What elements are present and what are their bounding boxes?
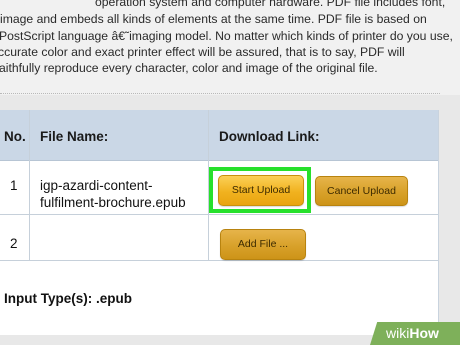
table-header-row: No. File Name: Download Link:	[0, 110, 438, 161]
row-divider	[0, 260, 438, 261]
wikihow-how-text: How	[409, 325, 439, 341]
file-name-line: fulfilment-brochure.epub	[40, 195, 186, 210]
description-line: operation system and computer hardware. …	[95, 0, 446, 9]
description-line: aithfully reproduce every character, col…	[0, 61, 378, 75]
description-line: PostScript language â€˜imaging model. No…	[0, 29, 453, 43]
upload-table: No. File Name: Download Link: 1 igp-azar…	[0, 110, 439, 335]
column-divider	[29, 110, 30, 260]
description-line: image and embeds all kinds of elements a…	[0, 12, 427, 26]
row-divider	[0, 214, 438, 215]
row-number: 2	[10, 236, 18, 251]
wikihow-wiki-text: wiki	[386, 325, 410, 341]
highlight-box	[209, 167, 311, 213]
description-line: ccurate color and exact printer effect w…	[0, 45, 405, 59]
cancel-upload-label: Cancel Upload	[327, 185, 396, 197]
cancel-upload-button[interactable]: Cancel Upload	[315, 176, 408, 206]
wikihow-logo: wikiHow	[386, 325, 439, 341]
add-file-button[interactable]: Add File ...	[220, 229, 306, 260]
input-types-label: Input Type(s): .epub	[4, 291, 132, 306]
header-download-link: Download Link:	[219, 129, 320, 144]
file-name-line: igp-azardi-content-	[40, 178, 153, 193]
row-number: 1	[10, 178, 18, 193]
dotted-divider	[0, 93, 440, 94]
header-no: No.	[4, 129, 26, 144]
description-block: operation system and computer hardware. …	[0, 0, 460, 95]
add-file-label: Add File ...	[237, 238, 289, 250]
header-file-name: File Name:	[40, 129, 109, 144]
